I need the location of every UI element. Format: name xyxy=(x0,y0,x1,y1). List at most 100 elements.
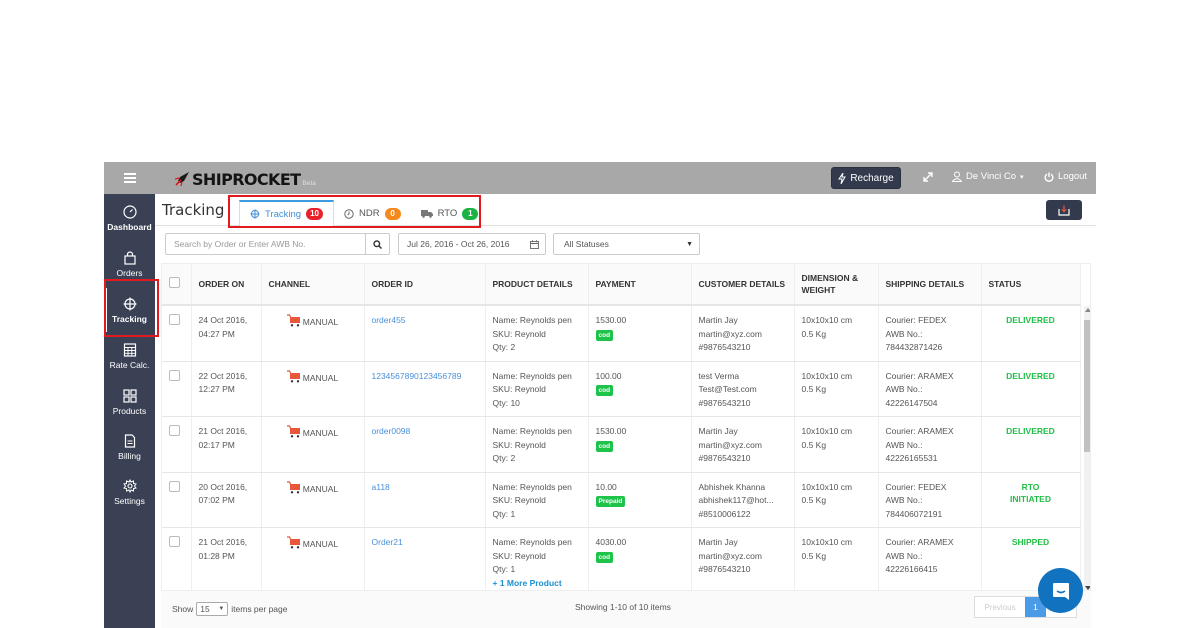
order-id-link[interactable]: 1234567890123456789 xyxy=(372,371,462,381)
row-checkbox[interactable] xyxy=(169,480,180,492)
sidebar-item-settings[interactable]: Settings xyxy=(104,470,155,514)
order-date-cell: 21 Oct 2016, 02:17 PM xyxy=(191,416,262,473)
column-header[interactable]: CUSTOMER DETAILS xyxy=(691,264,795,306)
search-input[interactable] xyxy=(166,234,365,254)
sidebar-item-tracking[interactable]: Tracking xyxy=(104,288,155,332)
table-row[interactable]: 21 Oct 2016, 02:17 PM MANUAL order0098 Name:… xyxy=(162,416,1081,473)
column-header[interactable]: ORDER ID xyxy=(364,264,486,306)
sidebar-item-rate-calc[interactable]: Rate Calc. xyxy=(104,334,155,378)
column-header[interactable]: STATUS xyxy=(981,264,1081,306)
tab-label: RTO xyxy=(437,208,458,219)
fullscreen-icon[interactable] xyxy=(922,171,934,183)
column-header[interactable]: DIMENSION & WEIGHT xyxy=(794,264,879,306)
payment-type-badge: cod xyxy=(595,440,614,452)
shipping-details-cell: Courier: ARAMEX AWB No.: 42226165531 xyxy=(878,416,982,473)
sidebar-item-dashboard[interactable]: Dashboard xyxy=(104,196,155,240)
rocket-logo-icon xyxy=(174,172,189,187)
row-checkbox[interactable] xyxy=(169,314,180,325)
rto-count-badge: 1 xyxy=(462,207,479,220)
order-id-cell: 1234567890123456789 xyxy=(364,361,486,417)
order-time: 12:27 PM xyxy=(198,384,235,394)
column-header[interactable]: PAYMENT xyxy=(588,264,692,306)
shipping-details-cell: Courier: ARAMEX AWB No.: 42226166415 xyxy=(878,527,982,590)
product-qty: Qty: 10 xyxy=(492,397,520,408)
select-all-checkbox[interactable] xyxy=(169,277,180,288)
scroll-down-arrow-icon[interactable] xyxy=(1085,586,1090,590)
per-page-label: items per page xyxy=(231,604,288,614)
status-filter-select[interactable]: All Statuses ▼ xyxy=(553,233,700,255)
page-size-select[interactable]: 15 ▼ xyxy=(196,602,229,616)
ndr-count-badge: 0 xyxy=(384,207,401,220)
channel-name: MANUAL xyxy=(302,372,339,383)
customer-name: Abhishek Khanna xyxy=(698,481,766,492)
account-menu[interactable]: De Vinci Co ▾ xyxy=(952,171,1024,182)
sidebar-item-billing[interactable]: Billing xyxy=(104,425,155,469)
customer-details-cell: Martin Jay martin@xyz.com #9876543210 xyxy=(691,416,795,473)
channel-name: MANUAL xyxy=(302,317,339,327)
row-checkbox[interactable] xyxy=(169,536,180,547)
table-row[interactable]: 21 Oct 2016, 01:28 PM MANUAL Order21 Name: R… xyxy=(162,527,1081,591)
scrollbar-thumb[interactable] xyxy=(1084,320,1090,452)
courier-name: Courier: ARAMEX xyxy=(885,426,954,436)
table-row[interactable]: 22 Oct 2016, 12:27 PM MANUAL 12345678901234… xyxy=(162,361,1081,417)
order-id-link[interactable]: order0098 xyxy=(372,426,411,436)
menu-toggle-button[interactable] xyxy=(104,162,156,194)
order-date-cell: 24 Oct 2016, 04:27 PM xyxy=(191,305,262,362)
payment-amount: 4030.00 xyxy=(595,537,627,547)
customer-email: martin@xyz.com xyxy=(698,328,762,339)
awb-number: 784432871426 xyxy=(885,342,943,352)
package-weight: 0.5 Kg xyxy=(801,328,827,339)
awb-label: AWB No.: xyxy=(885,495,923,505)
chat-launcher-button[interactable] xyxy=(1038,568,1083,613)
package-weight: 0.5 Kg xyxy=(801,439,827,450)
payment-cell: 1530.00 cod xyxy=(588,416,692,473)
power-icon xyxy=(1044,172,1054,182)
order-date: 21 Oct 2016, xyxy=(198,537,248,547)
sidebar-label: Dashboard xyxy=(107,221,152,232)
search-button[interactable] xyxy=(365,234,389,254)
row-checkbox[interactable] xyxy=(169,425,180,436)
order-id-link[interactable]: Order21 xyxy=(372,537,403,547)
tab-tracking[interactable]: Tracking 10 xyxy=(239,200,334,227)
payment-amount: 1530.00 xyxy=(595,426,627,436)
awb-number: 42226147504 xyxy=(885,397,938,408)
package-dimension: 10x10x10 cm xyxy=(801,537,853,547)
column-header[interactable]: PRODUCT DETAILS xyxy=(485,264,589,306)
recharge-button[interactable]: Recharge xyxy=(831,167,901,189)
more-products-link[interactable]: + 1 More Product xyxy=(493,577,581,591)
brand-logo[interactable]: SHIPROCKET Beta xyxy=(174,167,316,189)
export-button[interactable] xyxy=(1046,200,1082,220)
main-content: Tracking Tracking 10 NDR 0 RTO 1 Search … xyxy=(155,194,1096,628)
status-cell: RTO INITIATED xyxy=(981,472,1081,528)
awb-label: AWB No.: xyxy=(885,550,923,561)
customer-email: martin@xyz.com xyxy=(698,439,762,450)
tab-ndr[interactable]: NDR 0 xyxy=(334,200,411,227)
row-checkbox[interactable] xyxy=(169,369,180,381)
column-header[interactable]: SHIPPING DETAILS xyxy=(878,264,982,306)
order-time: 07:02 PM xyxy=(198,495,235,505)
logout-button[interactable]: Logout xyxy=(1044,171,1087,182)
order-id-link[interactable]: a118 xyxy=(372,482,390,492)
customer-email: abhishek117@hot... xyxy=(698,495,774,505)
product-details-cell: Name: Reynolds pen SKU: Reynold Qty: 10 xyxy=(485,361,589,417)
date-range-picker[interactable]: Jul 26, 2016 - Oct 26, 2016 xyxy=(398,233,546,255)
hamburger-icon xyxy=(124,173,136,183)
channel-name: MANUAL xyxy=(302,483,339,494)
tab-rto[interactable]: RTO 1 xyxy=(411,200,489,227)
column-header[interactable]: ORDER ON xyxy=(191,264,262,306)
table-row[interactable]: 20 Oct 2016, 07:02 PM MANUAL a118 Name: Reyn… xyxy=(162,472,1081,528)
previous-page-button[interactable]: Previous xyxy=(975,597,1025,617)
order-id-link[interactable]: order455 xyxy=(372,315,406,325)
sidebar-label: Orders xyxy=(116,267,143,278)
table-scrollbar[interactable] xyxy=(1084,306,1090,590)
scroll-up-arrow-icon[interactable] xyxy=(1085,308,1090,312)
sidebar-label: Tracking xyxy=(112,313,147,324)
tab-label: Tracking xyxy=(265,208,302,220)
table-row[interactable]: 24 Oct 2016, 04:27 PM MANUAL order455 Name: … xyxy=(162,305,1081,362)
sidebar-item-products[interactable]: Products xyxy=(104,380,155,424)
product-sku: SKU: Reynold xyxy=(492,439,546,450)
product-qty: Qty: 1 xyxy=(492,564,516,574)
status-cell: DELIVERED xyxy=(981,416,1081,473)
sidebar-item-orders[interactable]: Orders xyxy=(104,242,155,286)
column-header[interactable]: CHANNEL xyxy=(261,264,365,306)
